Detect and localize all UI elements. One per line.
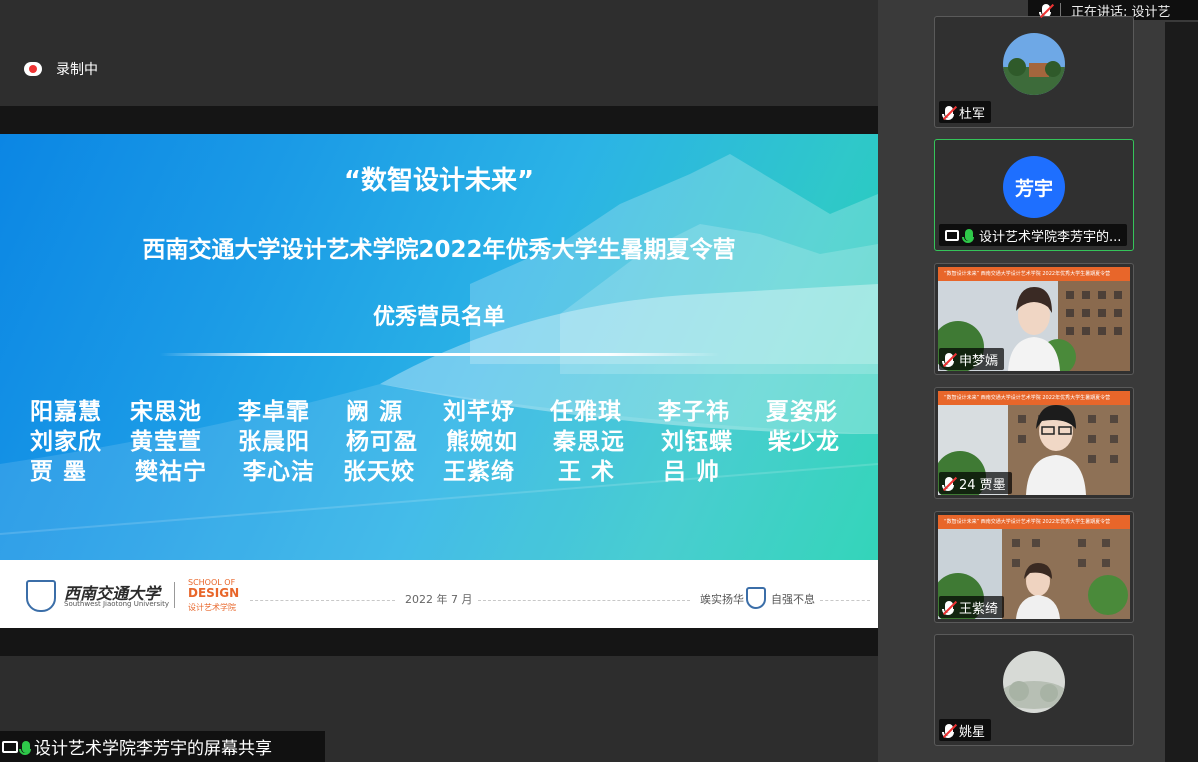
name-cell: 刘家欣 — [30, 429, 102, 455]
participant-name: 杜军 — [959, 106, 986, 122]
name-cell: 刘钰蝶 — [661, 429, 733, 455]
name-cell: 张天姣 — [343, 459, 415, 485]
participant-tile[interactable]: 杜军 — [934, 16, 1134, 128]
muted-microphone-icon — [942, 477, 954, 491]
video-slide-banner: “数智设计未来” 西南交通大学设计艺术学院 2022年优秀大学生暑期夏令营 — [938, 267, 1130, 281]
participant-name: 设计艺术学院李芳宇的... — [979, 229, 1122, 245]
participant-avatar — [1003, 33, 1065, 95]
muted-microphone-icon — [942, 353, 954, 367]
name-cell: 任雅琪 — [550, 399, 622, 425]
name-cell: 樊祜宁 — [135, 459, 207, 485]
participant-name-tag: 王紫绮 — [939, 596, 1005, 618]
name-cell: 李卓霏 — [238, 399, 310, 425]
participant-name: 王紫绮 — [959, 601, 999, 617]
video-slide-banner: “数智设计未来” 西南交通大学设计艺术学院 2022年优秀大学生暑期夏令营 — [938, 391, 1130, 405]
name-cell: 李心洁 — [243, 459, 315, 485]
name-cell: 杨可盈 — [346, 429, 418, 455]
participant-tile[interactable]: 姚星 — [934, 634, 1134, 746]
names-row-1: 阳嘉慧 宋思池 李卓霏 阙 源 刘芊妤 任雅琪 李子祎 夏姿彤 — [0, 392, 878, 425]
panel-scroll-strip[interactable] — [1165, 22, 1198, 762]
name-cell: 贾 墨 — [30, 459, 88, 485]
name-cell: 宋思池 — [130, 399, 202, 425]
recording-label: 录制中 — [56, 62, 98, 78]
slide-quote-title: “数智设计未来” — [343, 166, 535, 196]
muted-microphone-icon — [1039, 4, 1051, 18]
muted-microphone-icon — [942, 601, 954, 615]
name-cell: 阳嘉慧 — [30, 399, 102, 425]
slide-date: 2022 年 7 月 — [405, 593, 473, 606]
name-cell: 刘芊妤 — [443, 399, 515, 425]
slide-main-title: 西南交通大学设计艺术学院2022年优秀大学生暑期夏令营 — [142, 237, 736, 263]
microphone-icon — [19, 740, 31, 755]
muted-microphone-icon — [942, 106, 954, 120]
screen-share-icon — [2, 740, 18, 753]
footer-dashed-line — [820, 600, 870, 602]
name-cell: 李子祎 — [658, 399, 730, 425]
slide-mountain-train-illustration — [0, 154, 878, 560]
speaking-separator — [1060, 3, 1061, 17]
screen-share-icon — [945, 229, 959, 241]
university-name-en: Southwest Jiaotong University — [64, 600, 170, 608]
names-row-3: 贾 墨 樊祜宁 李心洁 张天姣 王紫绮 王 术 吕 帅 — [0, 452, 878, 485]
name-cell: 吕 帅 — [663, 459, 721, 485]
footer-dashed-line — [478, 600, 690, 602]
motto-part-b: 自强不息 — [771, 593, 815, 606]
school-name-cn: 设计艺术学院 — [188, 603, 236, 612]
screen-share-label: 设计艺术学院李芳宇的屏幕共享 — [0, 731, 325, 762]
participant-name-tag: 杜军 — [939, 101, 992, 123]
name-cell: 阙 源 — [346, 399, 404, 425]
university-logo-icon — [26, 580, 56, 612]
motto-part-a: 竢实扬华 — [700, 593, 744, 606]
meeting-top-bar: 录制中 — [0, 0, 878, 106]
participant-name-tag: 姚星 — [939, 719, 992, 741]
participant-name-tag: 设计艺术学院李芳宇的... — [939, 224, 1128, 246]
letterbox-bottom — [0, 628, 878, 656]
recording-icon — [24, 62, 42, 76]
recording-indicator[interactable]: 录制中 — [24, 58, 98, 80]
school-name-en-b: DESIGN — [188, 586, 240, 600]
microphone-icon — [962, 229, 974, 243]
muted-microphone-icon — [942, 724, 954, 738]
slide-divider — [160, 353, 720, 356]
names-row-2: 刘家欣 黄莹萱 张晨阳 杨可盈 熊婉如 秦思远 刘钰蝶 柴少龙 — [0, 422, 878, 455]
slide-subtitle: 优秀营员名单 — [372, 305, 505, 330]
name-cell: 夏姿彤 — [766, 399, 838, 425]
name-cell: 柴少龙 — [768, 429, 840, 455]
slide-background: “数智设计未来” 西南交通大学设计艺术学院2022年优秀大学生暑期夏令营 优秀营… — [0, 134, 878, 560]
participant-avatar — [1003, 651, 1065, 713]
footer-divider — [174, 582, 175, 608]
video-slide-banner: “数智设计未来” 西南交通大学设计艺术学院 2022年优秀大学生暑期夏令营 — [938, 515, 1130, 529]
name-cell: 张晨阳 — [238, 429, 310, 455]
participant-tile[interactable]: 芳宇 设计艺术学院李芳宇的... — [934, 139, 1134, 251]
participant-name: 24 贾墨 — [959, 477, 1006, 493]
letterbox-top — [0, 106, 878, 134]
participant-name-tag: 申梦嫣 — [939, 348, 1005, 370]
participant-avatar: 芳宇 — [1003, 156, 1065, 218]
name-cell: 秦思远 — [553, 429, 625, 455]
name-cell: 黄莹萱 — [130, 429, 202, 455]
participant-tile[interactable]: “数智设计未来” 西南交通大学设计艺术学院 2022年优秀大学生暑期夏令营 申梦… — [934, 263, 1134, 375]
shared-screen-slide: “数智设计未来” 西南交通大学设计艺术学院2022年优秀大学生暑期夏令营 优秀营… — [0, 134, 878, 628]
university-emblem-icon — [746, 587, 766, 609]
slide-footer: 西南交通大学 Southwest Jiaotong University SCH… — [0, 560, 878, 628]
screen-share-owner: 设计艺术学院李芳宇的屏幕共享 — [34, 739, 272, 759]
participant-tile[interactable]: “数智设计未来” 西南交通大学设计艺术学院 2022年优秀大学生暑期夏令营 24… — [934, 387, 1134, 499]
name-cell: 王 术 — [558, 459, 616, 485]
main-stage: 录制中 “数智设计未来” 西南交通大学设计艺术学院2022年优秀大学生暑期夏令营… — [0, 0, 878, 762]
participant-name: 姚星 — [959, 724, 986, 740]
name-cell: 熊婉如 — [446, 429, 518, 455]
participant-name: 申梦嫣 — [959, 353, 999, 369]
participant-name-tag: 24 贾墨 — [939, 472, 1012, 494]
footer-dashed-line — [250, 600, 395, 602]
name-cell: 王紫绮 — [443, 459, 515, 485]
participant-tile[interactable]: “数智设计未来” 西南交通大学设计艺术学院 2022年优秀大学生暑期夏令营 王紫… — [934, 511, 1134, 623]
